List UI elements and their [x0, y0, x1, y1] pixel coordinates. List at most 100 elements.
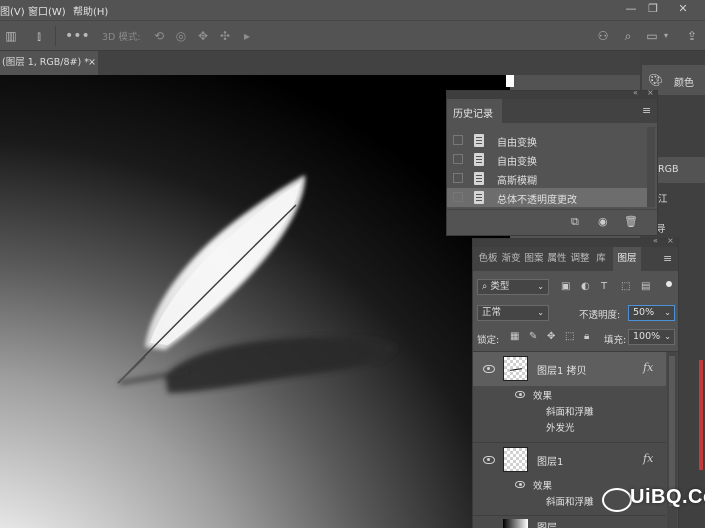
history-panel-grip[interactable]: « ×	[447, 88, 657, 99]
minimize-icon[interactable]: —	[620, 1, 642, 17]
tab-gradients[interactable]: 渐变	[500, 247, 522, 271]
filter-pixel-icon[interactable]: ▣	[561, 281, 570, 292]
chevron-down-icon: ⌄	[537, 308, 544, 317]
filter-type-icon[interactable]: T	[601, 281, 607, 292]
3d-slide-icon[interactable]: ✣	[216, 27, 234, 45]
user-share-icon[interactable]: ⚇	[594, 27, 612, 45]
effects-label: 效果	[533, 391, 553, 402]
trash-icon[interactable]: 🗑︎	[624, 215, 638, 228]
lock-all-icon[interactable]: 🔒︎	[584, 331, 589, 342]
history-item[interactable]: 自由变换	[447, 131, 655, 150]
eye-icon[interactable]	[483, 456, 495, 464]
menu-help[interactable]: 帮助(H)	[73, 3, 108, 18]
layer-row-selected[interactable]: 图层1 拷贝 fx	[473, 352, 666, 386]
fx-icon[interactable]: fx	[643, 361, 653, 374]
filter-shape-icon[interactable]: ⬚	[621, 281, 630, 292]
color-panel-label: 颜色	[674, 78, 694, 89]
align-bottom-icon[interactable]: ▥	[2, 27, 20, 45]
share-icon[interactable]: ⇪	[683, 27, 701, 45]
lock-label: 锁定:	[477, 335, 500, 346]
panel-menu-icon[interactable]: ≡	[663, 252, 672, 265]
fill-value: 100%	[633, 331, 661, 342]
history-checkbox[interactable]	[453, 154, 463, 164]
close-icon[interactable]: ×	[667, 236, 674, 245]
lock-transparent-icon[interactable]: ▦	[510, 331, 519, 342]
history-state-icon	[474, 153, 484, 166]
filter-adjustment-icon[interactable]: ◐	[581, 281, 590, 292]
document-tab[interactable]: (图层 1, RGB/8#) * ×	[0, 51, 98, 75]
distribute-icon[interactable]: ⫾	[30, 27, 48, 45]
lock-position-icon[interactable]: ✥	[547, 331, 555, 342]
3d-scale-icon[interactable]: ▸	[238, 27, 256, 45]
history-footer: ⧉ ◉ 🗑︎	[447, 209, 657, 235]
history-checkbox[interactable]	[453, 173, 463, 183]
tab-patterns[interactable]: 图案	[523, 247, 545, 271]
eye-icon[interactable]	[483, 365, 495, 373]
eye-icon[interactable]	[515, 391, 525, 398]
fx-icon[interactable]: fx	[643, 452, 653, 465]
history-tab[interactable]: 历史记录	[447, 99, 502, 123]
3d-roll-icon[interactable]: ◎	[172, 27, 190, 45]
tab-adjustments[interactable]: 调整	[569, 247, 591, 271]
palette-icon: 🎨︎	[648, 73, 664, 87]
menu-view[interactable]: 图(V)	[0, 3, 25, 18]
history-item[interactable]: 自由变换	[447, 150, 655, 169]
chevron-down-icon: ⌄	[664, 308, 671, 317]
fill-input[interactable]: 100% ⌄	[628, 329, 675, 345]
layers-panel-grip[interactable]: « ×	[473, 236, 678, 247]
restore-icon[interactable]: ❐	[642, 1, 664, 17]
history-tab-label: 历史记录	[453, 109, 493, 120]
tab-swatches[interactable]: 色板	[477, 247, 499, 271]
tab-libraries[interactable]: 库	[592, 247, 610, 271]
more-options-icon[interactable]: •••	[65, 27, 90, 45]
history-list: 自由变换 自由变换 高斯模糊 总体不透明度更改	[447, 123, 655, 209]
watermark-logo-icon	[602, 488, 632, 512]
layer-name: 图层	[537, 519, 557, 528]
history-tab-strip: 历史记录 ≡	[447, 99, 657, 123]
layer-row[interactable]: 图层1 fx	[473, 442, 666, 476]
lock-artboard-icon[interactable]: ⬚	[565, 331, 574, 342]
history-scrollbar[interactable]	[647, 127, 655, 207]
lock-paint-icon[interactable]: ✎	[529, 331, 537, 342]
collapse-icon[interactable]: «	[633, 88, 638, 97]
effect-bevel-emboss[interactable]: 斜面和浮雕	[546, 404, 594, 418]
history-state-icon	[474, 172, 484, 185]
history-state-icon	[474, 134, 484, 147]
eye-icon[interactable]	[515, 481, 525, 488]
panel-menu-icon[interactable]: ≡	[642, 104, 651, 117]
channel-partial-label: 江	[658, 194, 668, 205]
close-icon[interactable]: ✕	[672, 1, 694, 17]
close-icon[interactable]: ×	[647, 88, 654, 97]
3d-mode-label: 3D 模式:	[102, 32, 141, 43]
history-checkbox[interactable]	[453, 135, 463, 145]
effects-label: 效果	[533, 481, 553, 492]
collapse-icon[interactable]: «	[653, 236, 658, 245]
3d-pan-icon[interactable]: ✥	[194, 27, 212, 45]
history-checkbox[interactable]	[453, 192, 463, 202]
filter-smart-icon[interactable]: ▤	[641, 281, 650, 292]
canvas-edge-marker	[506, 75, 514, 87]
3d-orbit-icon[interactable]: ⟲	[150, 27, 168, 45]
chevron-down-icon[interactable]: ▾	[664, 31, 668, 40]
document-canvas[interactable]	[0, 75, 510, 528]
tab-properties[interactable]: 属性	[546, 247, 568, 271]
tab-layers[interactable]: 图层	[613, 247, 641, 271]
history-item-label: 自由变换	[497, 157, 537, 168]
history-item-selected[interactable]: 总体不透明度更改	[447, 188, 655, 207]
camera-icon[interactable]: ◉	[598, 215, 608, 228]
layer-filter-select[interactable]: ⌕ 类型 ⌄	[477, 279, 549, 295]
filter-toggle-icon[interactable]	[666, 281, 672, 287]
effect-bevel-emboss[interactable]: 斜面和浮雕	[546, 494, 594, 508]
close-icon[interactable]: ×	[88, 51, 96, 75]
history-item[interactable]: 高斯模糊	[447, 169, 655, 188]
effect-outer-glow[interactable]: 外发光	[546, 420, 575, 434]
search-icon: ⌕	[482, 281, 488, 292]
fill-label: 填充:	[604, 335, 627, 346]
layer-name: 图层1	[537, 457, 564, 468]
new-document-from-state-icon[interactable]: ⧉	[571, 215, 579, 229]
opacity-input[interactable]: 50% ⌄	[628, 305, 675, 321]
search-icon[interactable]: ⌕	[619, 27, 637, 45]
blend-mode-select[interactable]: 正常 ⌄	[477, 305, 549, 321]
menu-window[interactable]: 窗口(W)	[28, 3, 66, 18]
workspace-icon[interactable]: ▭	[643, 27, 661, 45]
